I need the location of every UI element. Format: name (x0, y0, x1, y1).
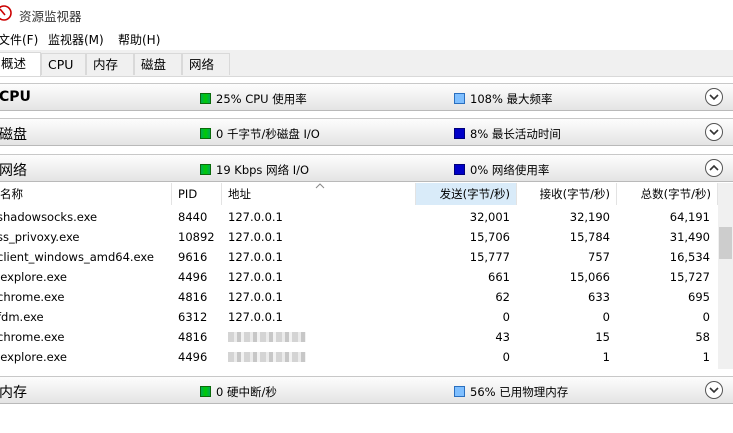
physical-memory-stat: 56% 已用物理内存 (454, 384, 568, 400)
table-row[interactable]: ss_privoxy.exe 10892 127.0.0.1 15,706 15… (0, 227, 733, 247)
green-square-icon (200, 93, 211, 104)
chevron-down-icon[interactable] (705, 88, 723, 106)
chevron-up-icon[interactable] (705, 159, 723, 177)
network-io-stat: 19 Kbps 网络 I/O (200, 162, 309, 178)
hard-faults-stat: 0 硬中断/秒 (200, 384, 277, 400)
cpu-usage-stat: 25% CPU 使用率 (200, 91, 307, 107)
menu-bar: 文件(F) 监视器(M) 帮助(H) (0, 28, 733, 50)
lightblue-square-icon (454, 93, 465, 104)
sort-arrow-icon (315, 183, 325, 189)
table-row[interactable]: fdm.exe 6312 127.0.0.1 0 0 0 (0, 307, 733, 327)
resource-monitor-icon (0, 5, 12, 21)
lightblue-square-icon (454, 386, 465, 397)
green-square-icon (200, 386, 211, 397)
network-process-table: 名称 PID 地址 发送(字节/秒) 接收(字节/秒) 总数(字节/秒) sha… (0, 183, 733, 369)
disk-io-stat: 0 千字节/秒磁盘 I/O (200, 126, 320, 142)
network-section-title: 网络 (0, 163, 27, 179)
memory-section-header[interactable]: 内存 0 硬中断/秒 56% 已用物理内存 (0, 376, 733, 404)
tab-network[interactable]: 网络 (182, 53, 230, 75)
column-header-pid[interactable]: PID (172, 183, 222, 205)
cpu-section-header[interactable]: CPU 25% CPU 使用率 108% 最大频率 (0, 83, 733, 111)
table-row[interactable]: iexplore.exe 4496 0 1 1 (0, 347, 733, 367)
chevron-down-icon[interactable] (705, 381, 723, 399)
blurred-address (228, 330, 306, 344)
table-row[interactable]: chrome.exe 4816 43 15 58 (0, 327, 733, 347)
network-usage-stat: 0% 网络使用率 (454, 162, 549, 178)
tab-memory[interactable]: 内存 (86, 53, 134, 75)
darkblue-square-icon (454, 128, 465, 139)
column-header-receive[interactable]: 接收(字节/秒) (517, 183, 617, 205)
scrollbar-thumb[interactable] (719, 227, 732, 259)
menu-monitor[interactable]: 监视器(M) (48, 31, 104, 48)
disk-section-title: 磁盘 (0, 127, 27, 143)
disk-active-time-stat: 8% 最长活动时间 (454, 126, 561, 142)
column-header-send[interactable]: 发送(字节/秒) (416, 183, 517, 205)
memory-section-title: 内存 (0, 385, 27, 401)
table-row[interactable]: iexplore.exe 4496 127.0.0.1 661 15,066 1… (0, 267, 733, 287)
chevron-down-icon[interactable] (705, 123, 723, 141)
cpu-frequency-stat: 108% 最大频率 (454, 91, 553, 107)
column-header-name[interactable]: 名称 (0, 183, 172, 205)
column-header-total[interactable]: 总数(字节/秒) (617, 183, 718, 205)
disk-section-header[interactable]: 磁盘 0 千字节/秒磁盘 I/O 8% 最长活动时间 (0, 118, 733, 146)
blurred-address (228, 350, 306, 364)
tab-disk[interactable]: 磁盘 (134, 53, 182, 75)
green-square-icon (200, 164, 211, 175)
table-row[interactable]: shadowsocks.exe 8440 127.0.0.1 32,001 32… (0, 207, 733, 227)
vertical-scrollbar[interactable] (718, 183, 733, 369)
cpu-section-title: CPU (0, 89, 31, 105)
tab-strip: 概述 CPU 内存 磁盘 网络 (0, 50, 733, 77)
green-square-icon (200, 128, 211, 139)
table-row[interactable]: chrome.exe 4816 127.0.0.1 62 633 695 (0, 287, 733, 307)
table-row[interactable]: client_windows_amd64.exe 9616 127.0.0.1 … (0, 247, 733, 267)
menu-file[interactable]: 文件(F) (0, 31, 38, 48)
darkblue-square-icon (454, 164, 465, 175)
window-title: 资源监视器 (19, 9, 82, 24)
title-bar: 资源监视器 (0, 0, 733, 28)
tab-cpu[interactable]: CPU (41, 53, 86, 75)
tab-overview[interactable]: 概述 (0, 52, 41, 76)
menu-help[interactable]: 帮助(H) (118, 31, 160, 48)
network-section-header[interactable]: 网络 19 Kbps 网络 I/O 0% 网络使用率 (0, 154, 733, 182)
